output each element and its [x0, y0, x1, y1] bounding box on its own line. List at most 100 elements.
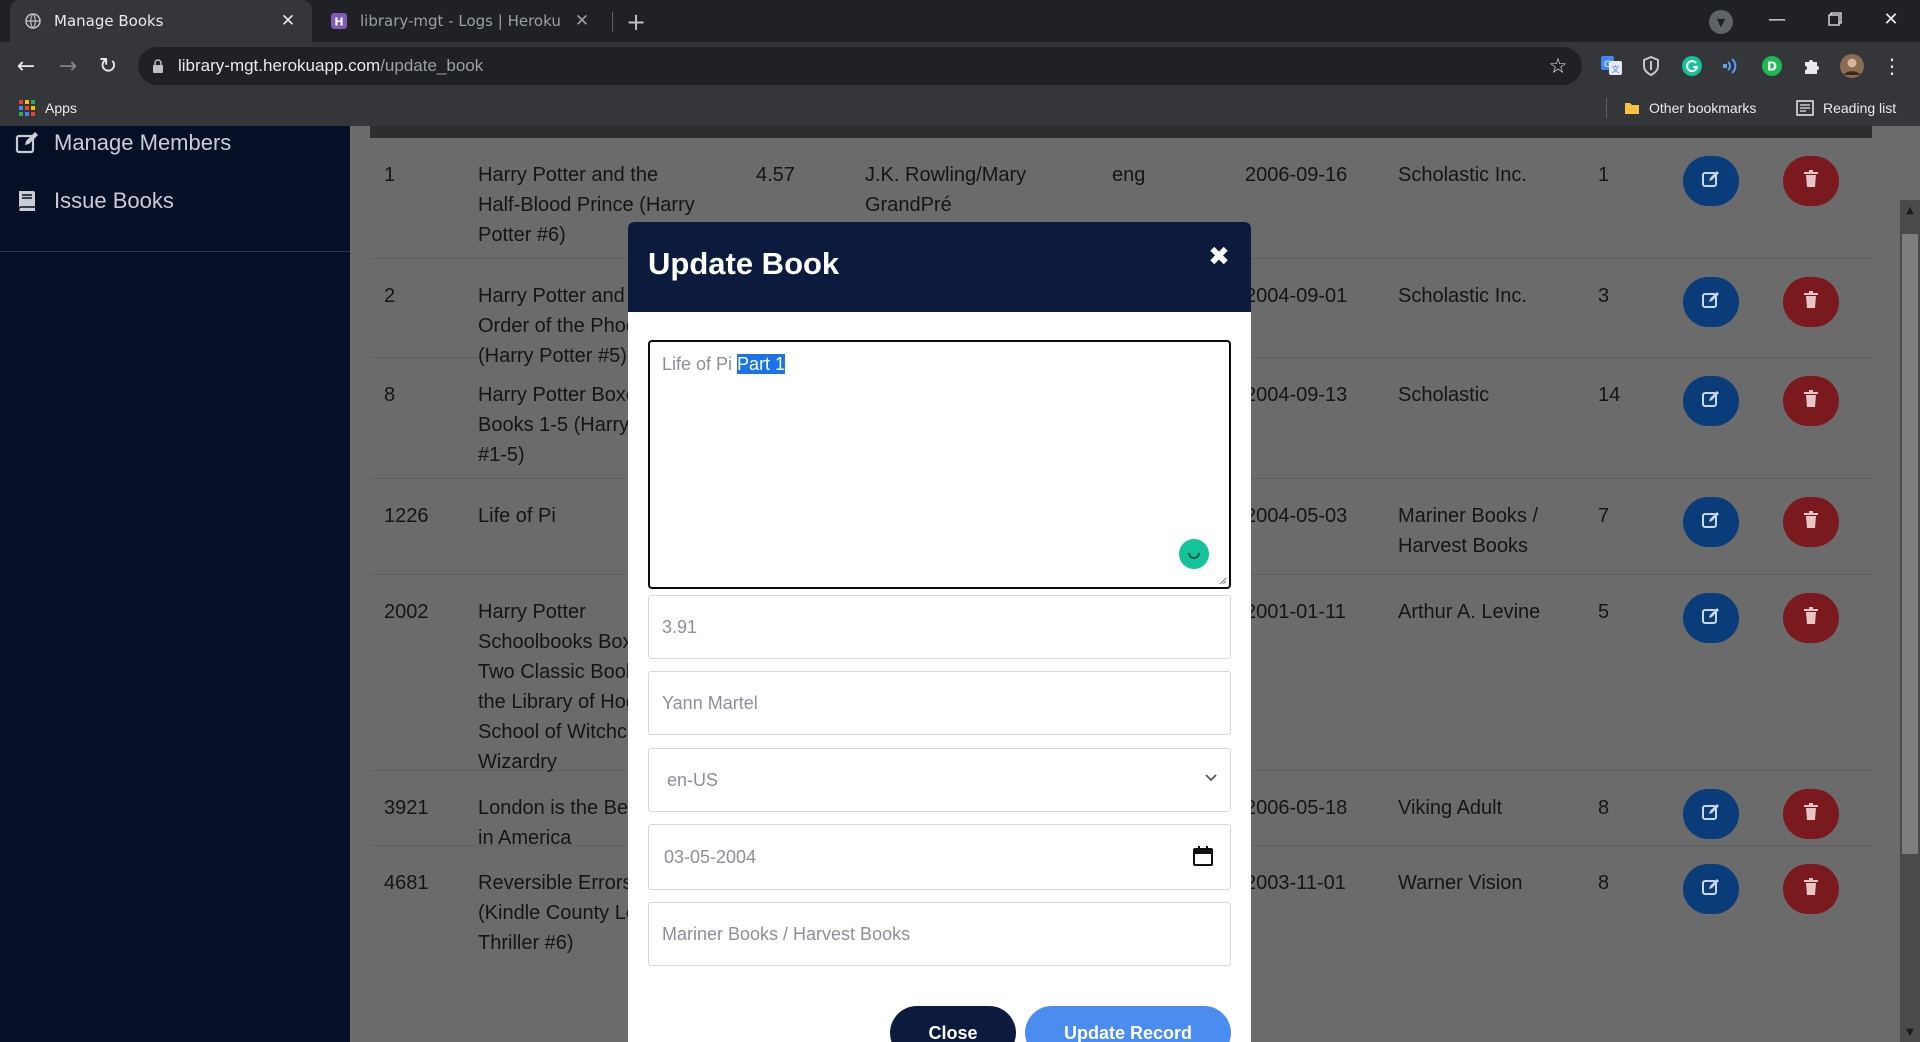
cell-quantity: 8	[1598, 872, 1610, 894]
cell-date: 2004-09-13	[1245, 384, 1348, 406]
cell-id: 1226	[384, 505, 429, 527]
bookmark-apps[interactable]: Apps	[18, 90, 77, 126]
bookmark-label: Other bookmarks	[1649, 100, 1757, 116]
calendar-icon[interactable]	[1192, 845, 1214, 867]
trash-icon	[1803, 390, 1819, 412]
update-record-button[interactable]: Update Record	[1025, 1006, 1231, 1042]
grammarly-ext-icon[interactable]	[1680, 54, 1704, 78]
delete-button[interactable]	[1783, 376, 1839, 426]
trash-icon	[1803, 803, 1819, 825]
delete-button[interactable]	[1783, 156, 1839, 206]
close-button[interactable]: Close	[890, 1006, 1016, 1042]
edit-button[interactable]	[1683, 497, 1739, 547]
modal-title: Update Book	[648, 246, 840, 281]
cell-id: 4681	[384, 872, 429, 894]
title-text: Life of Pi	[662, 354, 738, 374]
language-select[interactable]: en-US	[648, 748, 1231, 812]
cell-id: 8	[384, 384, 396, 406]
url-text: library-mgt.herokuapp.com/update_book	[178, 56, 483, 76]
shield-icon[interactable]	[1639, 54, 1663, 78]
minimize-icon[interactable]: —	[1748, 0, 1806, 38]
cell-quantity: 1	[1598, 164, 1610, 186]
tab-search-icon[interactable]: ▼	[1709, 10, 1733, 34]
cell-quantity: 7	[1598, 505, 1610, 527]
tab-close-icon[interactable]: ✕	[278, 11, 298, 31]
trash-icon	[1803, 607, 1819, 629]
cell-quantity: 14	[1598, 384, 1621, 406]
chevron-down-icon	[1202, 769, 1220, 787]
cell-publisher: Warner Vision	[1398, 872, 1523, 894]
green-ext-icon[interactable]: D	[1760, 54, 1784, 78]
puzzle-icon[interactable]	[1800, 54, 1824, 78]
back-icon[interactable]: ←	[10, 50, 42, 82]
edit-button[interactable]	[1683, 277, 1739, 327]
bookmark-label: Reading list	[1823, 100, 1897, 116]
folder-icon	[1624, 100, 1640, 116]
book-title-textarea[interactable]: Life of Pi Part 1	[648, 340, 1231, 589]
language-value: en-US	[667, 769, 719, 790]
rating-field[interactable]: 3.91	[648, 595, 1231, 659]
browser-tab-bar: Manage Books ✕ H library-mgt - Logs | He…	[0, 0, 1920, 42]
avatar[interactable]	[1840, 54, 1864, 78]
delete-button[interactable]	[1783, 593, 1839, 643]
cell-language: eng	[1112, 164, 1146, 186]
tab-title: library-mgt - Logs | Heroku	[360, 12, 561, 30]
restore-icon[interactable]	[1806, 0, 1864, 38]
delete-button[interactable]	[1783, 497, 1839, 547]
resize-handle-icon[interactable]	[1217, 575, 1227, 585]
bookmark-other[interactable]: Other bookmarks	[1624, 90, 1756, 126]
author-value: Yann Martel	[662, 692, 758, 713]
scrollbar-thumb[interactable]	[1902, 234, 1918, 854]
edit-icon	[1701, 389, 1721, 413]
book-icon	[12, 189, 42, 213]
tab-heroku-logs[interactable]: H library-mgt - Logs | Heroku ✕	[316, 0, 606, 42]
svg-text:文: 文	[1612, 64, 1620, 74]
cell-date: 2006-09-16	[1245, 164, 1348, 186]
edit-button[interactable]	[1683, 864, 1739, 914]
reading-list-icon	[1796, 100, 1814, 116]
page-viewport: Manage Members Issue Books 1 Harry Potte…	[0, 126, 1920, 1042]
close-icon[interactable]: ✖	[1204, 242, 1234, 272]
delete-button[interactable]	[1783, 277, 1839, 327]
author-field[interactable]: Yann Martel	[648, 671, 1231, 735]
edit-button[interactable]	[1683, 789, 1739, 839]
audio-ext-icon[interactable]	[1720, 54, 1744, 78]
edit-button[interactable]	[1683, 376, 1739, 426]
edit-icon	[1701, 290, 1721, 314]
sidebar-item-manage-members[interactable]: Manage Members	[12, 126, 231, 160]
tab-manage-books[interactable]: Manage Books ✕	[10, 0, 312, 42]
edit-button[interactable]	[1683, 593, 1739, 643]
sidebar-item-label: Manage Members	[54, 130, 232, 155]
new-tab-icon[interactable]: +	[622, 8, 650, 36]
cell-id: 3921	[384, 797, 429, 819]
rating-value: 3.91	[662, 616, 698, 637]
cell-publisher: Mariner Books / Harvest Books	[1398, 505, 1539, 557]
bookmark-star-icon[interactable]: ☆	[1546, 54, 1570, 78]
edit-icon	[1701, 510, 1721, 534]
cell-id: 2	[384, 285, 396, 307]
forward-icon[interactable]: →	[52, 50, 84, 82]
publisher-field[interactable]: Mariner Books / Harvest Books	[648, 902, 1231, 966]
address-bar[interactable]: library-mgt.herokuapp.com/update_book ☆	[138, 47, 1582, 85]
cell-author: J.K. Rowling/Mary GrandPré	[865, 164, 1027, 216]
scroll-up-icon[interactable]: ▲	[1904, 204, 1916, 216]
delete-button[interactable]	[1783, 864, 1839, 914]
edit-button[interactable]	[1683, 156, 1739, 206]
menu-dots-icon[interactable]: ⋮	[1880, 54, 1904, 78]
reload-icon[interactable]: ↻	[92, 50, 124, 82]
tab-close-icon[interactable]: ✕	[572, 11, 592, 31]
sidebar-item-issue-books[interactable]: Issue Books	[12, 184, 174, 218]
delete-button[interactable]	[1783, 789, 1839, 839]
grammarly-icon[interactable]	[1179, 539, 1209, 569]
browser-toolbar: ← → ↻ library-mgt.herokuapp.com/update_b…	[0, 42, 1920, 90]
date-field[interactable]: 03-05-2004	[648, 824, 1231, 890]
scroll-down-icon[interactable]: ▼	[1904, 1026, 1916, 1038]
window-close-icon[interactable]: ✕	[1862, 0, 1920, 38]
sidebar: Manage Members Issue Books	[0, 126, 350, 1042]
trash-icon	[1803, 291, 1819, 313]
bookmark-label: Apps	[45, 100, 77, 116]
edit-icon	[12, 131, 42, 155]
translate-icon[interactable]: G文	[1600, 54, 1624, 78]
bookmark-reading-list[interactable]: Reading list	[1796, 90, 1896, 126]
publisher-value: Mariner Books / Harvest Books	[662, 923, 911, 944]
